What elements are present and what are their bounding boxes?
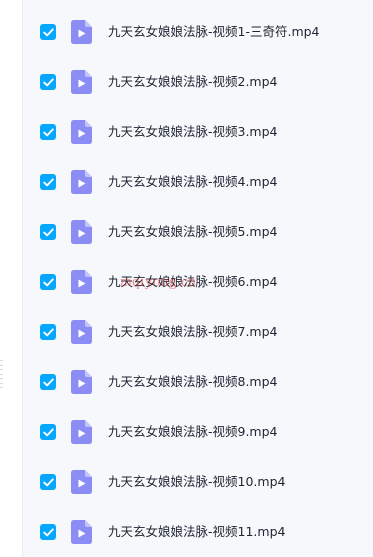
checkmark-icon	[42, 27, 54, 36]
checkmark-icon	[42, 77, 54, 86]
file-row[interactable]: 九天玄女娘娘法脉-视频3.mp4	[23, 112, 373, 152]
file-checkbox[interactable]	[40, 524, 56, 540]
file-row[interactable]: 九天玄女娘娘法脉-视频9.mp4	[23, 412, 373, 452]
file-row[interactable]: 九天玄女娘娘法脉-视频11.mp4	[23, 512, 373, 552]
file-name[interactable]: 九天玄女娘娘法脉-视频10.mp4	[108, 462, 285, 502]
checkmark-icon	[42, 427, 54, 436]
file-row[interactable]: 九天玄女娘娘法脉-视频6.mp4	[23, 262, 373, 302]
checkmark-icon	[42, 227, 54, 236]
file-name[interactable]: 九天玄女娘娘法脉-视频5.mp4	[108, 212, 278, 252]
video-file-icon	[71, 370, 92, 394]
file-row[interactable]: 九天玄女娘娘法脉-视频4.mp4	[23, 162, 373, 202]
file-row[interactable]: 九天玄女娘娘法脉-视频10.mp4	[23, 462, 373, 502]
file-checkbox[interactable]	[40, 474, 56, 490]
video-file-icon	[71, 170, 92, 194]
checkmark-icon	[42, 477, 54, 486]
file-checkbox[interactable]	[40, 374, 56, 390]
checkmark-icon	[42, 127, 54, 136]
file-name[interactable]: 九天玄女娘娘法脉-视频7.mp4	[108, 312, 278, 352]
file-name[interactable]: 九天玄女娘娘法脉-视频2.mp4	[108, 62, 278, 102]
video-file-icon	[71, 120, 92, 144]
checkmark-icon	[42, 527, 54, 536]
file-checkbox[interactable]	[40, 224, 56, 240]
video-file-icon	[71, 70, 92, 94]
file-name[interactable]: 九天玄女娘娘法脉-视频4.mp4	[108, 162, 278, 202]
file-checkbox[interactable]	[40, 324, 56, 340]
file-row[interactable]: 九天玄女娘娘法脉-视频5.mp4	[23, 212, 373, 252]
file-name[interactable]: 九天玄女娘娘法脉-视频8.mp4	[108, 362, 278, 402]
file-row[interactable]: 九天玄女娘娘法脉-视频2.mp4	[23, 62, 373, 102]
file-row[interactable]: 九天玄女娘娘法脉-视频1-三奇符.mp4	[23, 12, 373, 52]
resize-handle[interactable]	[0, 360, 4, 388]
checkmark-icon	[42, 177, 54, 186]
file-row[interactable]: 九天玄女娘娘法脉-视频8.mp4	[23, 362, 373, 402]
video-file-icon	[71, 20, 92, 44]
left-panel-edge	[0, 0, 23, 557]
checkmark-icon	[42, 277, 54, 286]
video-file-icon	[71, 270, 92, 294]
file-checkbox[interactable]	[40, 274, 56, 290]
video-file-icon	[71, 320, 92, 344]
video-file-icon	[71, 520, 92, 544]
video-file-icon	[71, 420, 92, 444]
file-name[interactable]: 九天玄女娘娘法脉-视频6.mp4	[108, 262, 278, 302]
file-checkbox[interactable]	[40, 424, 56, 440]
file-checkbox[interactable]	[40, 74, 56, 90]
file-name[interactable]: 九天玄女娘娘法脉-视频3.mp4	[108, 112, 278, 152]
file-name[interactable]: 九天玄女娘娘法脉-视频11.mp4	[108, 512, 285, 552]
checkmark-icon	[42, 377, 54, 386]
checkmark-icon	[42, 327, 54, 336]
file-checkbox[interactable]	[40, 174, 56, 190]
video-file-icon	[71, 470, 92, 494]
file-name[interactable]: 九天玄女娘娘法脉-视频1-三奇符.mp4	[108, 12, 320, 52]
file-list: 九天玄女娘娘法脉-视频1-三奇符.mp4 九天玄女娘娘法脉-视频2.mp4 九天玄女…	[23, 0, 373, 557]
file-row[interactable]: 九天玄女娘娘法脉-视频7.mp4	[23, 312, 373, 352]
file-checkbox[interactable]	[40, 24, 56, 40]
file-checkbox[interactable]	[40, 124, 56, 140]
file-name[interactable]: 九天玄女娘娘法脉-视频9.mp4	[108, 412, 278, 452]
video-file-icon	[71, 220, 92, 244]
